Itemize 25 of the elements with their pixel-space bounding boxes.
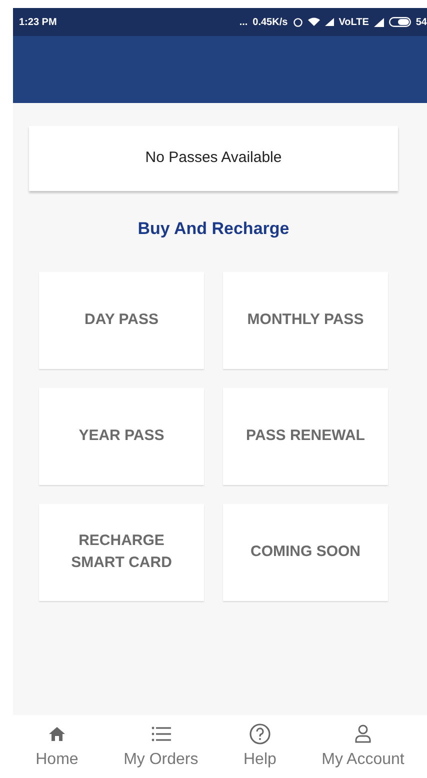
- nav-tab[interactable]: Help: [243, 723, 276, 772]
- person-icon: [354, 724, 372, 744]
- pass-option-button[interactable]: MONTHLY PASS: [223, 272, 388, 368]
- nav-tab[interactable]: Home: [36, 723, 78, 772]
- pass-option-button[interactable]: RECHARGE SMART CARD: [39, 504, 204, 600]
- home-icon: [48, 725, 66, 743]
- battery-level: 54: [416, 16, 427, 30]
- section-title: Buy And Recharge: [138, 218, 290, 240]
- help-icon: [248, 723, 271, 745]
- network-type: VoLTE: [338, 16, 369, 30]
- signal-icon: [324, 18, 334, 26]
- status-dots: ...: [239, 16, 248, 30]
- nav-tab[interactable]: My Orders: [124, 723, 198, 772]
- nav-tab[interactable]: My Account: [322, 723, 404, 772]
- network-speed: 0.45K/s: [252, 16, 288, 30]
- pass-option-button[interactable]: COMING SOON: [223, 504, 388, 600]
- pass-option-button[interactable]: DAY PASS: [39, 272, 204, 368]
- battery-icon: [388, 17, 411, 27]
- pass-option-button[interactable]: YEAR PASS: [39, 388, 204, 484]
- notice-card: No Passes Available: [29, 126, 398, 191]
- status-time: 1:23 PM: [19, 16, 57, 30]
- wifi-icon: [308, 17, 320, 27]
- list-icon: [150, 725, 172, 743]
- signal-icon: [374, 18, 384, 26]
- pass-option-button[interactable]: PASS RENEWAL: [223, 388, 388, 484]
